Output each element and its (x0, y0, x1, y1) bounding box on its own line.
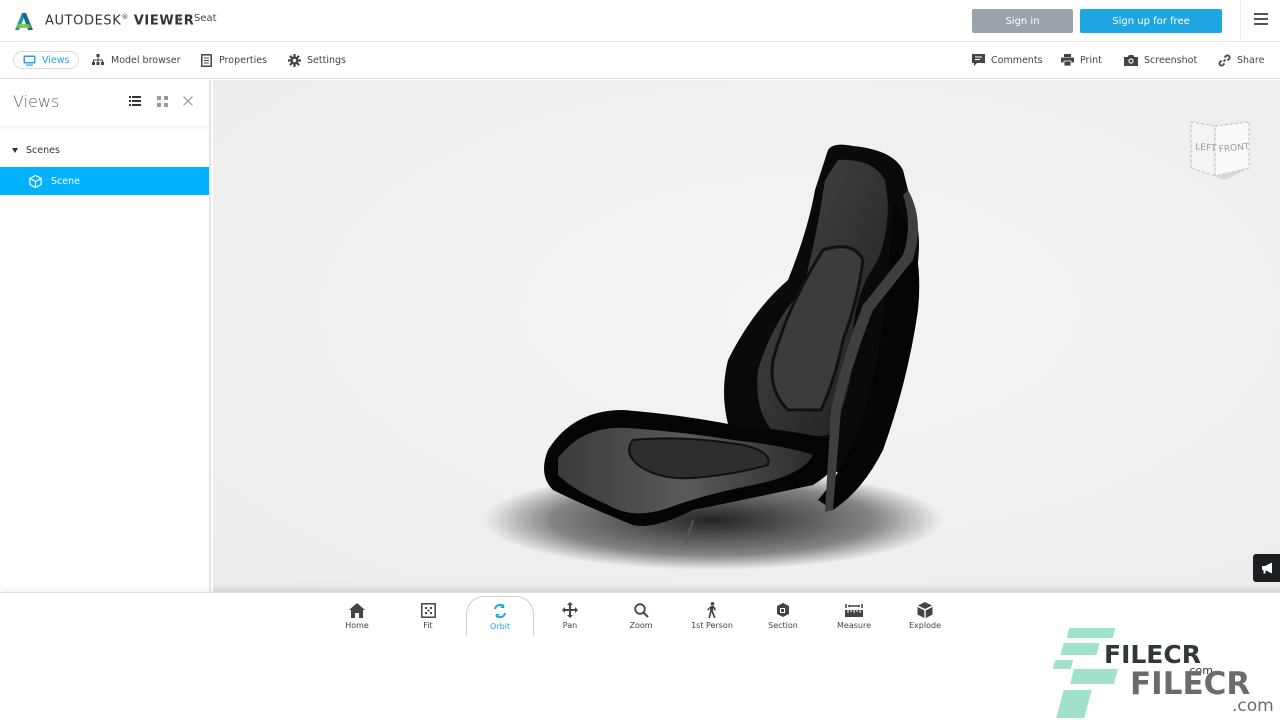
breadcrumb-chevron-icon: › (178, 12, 184, 27)
home-icon (348, 601, 366, 619)
brand-viewer: VIEWER (133, 13, 195, 29)
nav-measure-button[interactable]: Measure (820, 601, 888, 635)
brand-autodesk: AUTODESK (45, 13, 122, 29)
hamburger-icon[interactable] (1254, 13, 1268, 25)
watermark-bar (1056, 690, 1092, 718)
watermark-suffix-1: .com (1186, 664, 1213, 677)
panel-title: Views (13, 92, 60, 111)
nav-explode-button[interactable]: Explode (891, 601, 959, 635)
document-icon (199, 53, 213, 67)
nav-explode-label: Explode (909, 621, 941, 630)
zoom-icon (632, 601, 650, 619)
nav-first-person-label: 1st Person (691, 621, 733, 630)
comment-icon (971, 53, 985, 67)
watermark-text-1: FILECR (1104, 640, 1201, 669)
tab-model-browser[interactable]: Model browser (91, 51, 181, 69)
tree-item-scene[interactable]: Scene (0, 167, 209, 195)
viewport-edge-shade (213, 582, 1280, 592)
3d-viewport[interactable]: LEFT FRONT (213, 80, 1280, 592)
header-divider (1240, 0, 1241, 42)
nav-section-button[interactable]: Section (749, 601, 817, 635)
screenshot-label: Screenshot (1144, 54, 1198, 66)
seat-model[interactable] (213, 80, 1280, 592)
nav-zoom-label: Zoom (629, 621, 653, 630)
close-icon[interactable] (181, 94, 195, 108)
comments-button[interactable]: Comments (971, 51, 1043, 69)
tab-settings-label: Settings (307, 54, 346, 66)
nav-first-person-button[interactable]: 1st Person (678, 601, 746, 635)
viewcube[interactable]: LEFT FRONT (1185, 116, 1255, 186)
top-bar: AUTODESK® VIEWER › Seat Sign in Sign up … (0, 0, 1280, 42)
nav-pan-label: Pan (562, 621, 578, 630)
watermark-bar (1060, 643, 1100, 655)
watermark-bar (1069, 669, 1119, 684)
sign-in-button[interactable]: Sign in (972, 9, 1073, 33)
link-icon (1217, 53, 1231, 67)
nav-orbit-button[interactable]: Orbit (466, 596, 534, 636)
gear-icon (287, 53, 301, 67)
print-label: Print (1080, 54, 1102, 66)
hierarchy-icon (91, 53, 105, 67)
watermark-bar (1052, 660, 1074, 669)
nav-section-label: Section (768, 621, 798, 630)
nav-home-button[interactable]: Home (323, 601, 391, 635)
filecr-watermark: FILECR .com FILECR .com (1046, 628, 1280, 720)
monitor-icon (22, 53, 36, 67)
tree-group-scenes[interactable]: Scenes (12, 145, 60, 156)
nav-home-label: Home (345, 621, 369, 630)
walk-icon (703, 601, 721, 619)
viewcube-left-face[interactable]: LEFT (1195, 142, 1218, 154)
feedback-button[interactable] (1253, 554, 1280, 582)
nav-zoom-button[interactable]: Zoom (607, 601, 675, 635)
comments-label: Comments (991, 54, 1043, 66)
tree-group-label: Scenes (26, 145, 60, 156)
measure-icon (845, 601, 863, 619)
nav-pan-button[interactable]: Pan (536, 601, 604, 635)
section-icon (774, 601, 792, 619)
share-label: Share (1237, 54, 1265, 66)
autodesk-logo-icon[interactable] (14, 11, 34, 31)
nav-orbit-label: Orbit (489, 622, 511, 631)
fit-icon (419, 601, 437, 619)
app-brand: AUTODESK® VIEWER (45, 13, 195, 29)
tab-settings[interactable]: Settings (287, 51, 346, 69)
tab-views[interactable]: Views (13, 51, 79, 69)
print-button[interactable]: Print (1060, 51, 1102, 69)
watermark-text-2: FILECR (1130, 666, 1251, 702)
share-button[interactable]: Share (1217, 51, 1264, 69)
camera-icon (1124, 53, 1138, 67)
pan-icon (561, 601, 579, 619)
caret-down-icon[interactable] (12, 148, 18, 153)
panel-header-divider (0, 126, 209, 132)
cube-icon (29, 174, 42, 188)
tab-model-browser-label: Model browser (111, 54, 181, 66)
breadcrumb-item-seat[interactable]: Seat (194, 13, 217, 24)
list-view-icon[interactable] (128, 94, 142, 108)
sign-up-button[interactable]: Sign up for free (1080, 9, 1222, 33)
printer-icon (1060, 53, 1074, 67)
nav-fit-label: Fit (423, 621, 433, 630)
megaphone-icon (1262, 562, 1272, 574)
watermark-suffix-2: .com (1232, 696, 1274, 716)
grid-view-icon[interactable] (155, 94, 169, 108)
nav-fit-button[interactable]: Fit (394, 601, 462, 635)
explode-icon (916, 601, 934, 619)
nav-measure-label: Measure (837, 621, 871, 630)
views-panel: Views Scenes Scene (0, 80, 211, 592)
orbit-icon (491, 602, 509, 620)
tree-item-label: Scene (51, 175, 80, 187)
tab-properties[interactable]: Properties (199, 51, 267, 69)
tab-views-label: Views (42, 54, 70, 66)
tab-properties-label: Properties (219, 54, 268, 66)
navigation-toolbar: Home Fit Orbit Pan Zoom 1st Person Secti… (0, 592, 1280, 638)
main-toolbar: Views Model browser Properties Settings … (0, 43, 1280, 79)
screenshot-button[interactable]: Screenshot (1124, 51, 1197, 69)
